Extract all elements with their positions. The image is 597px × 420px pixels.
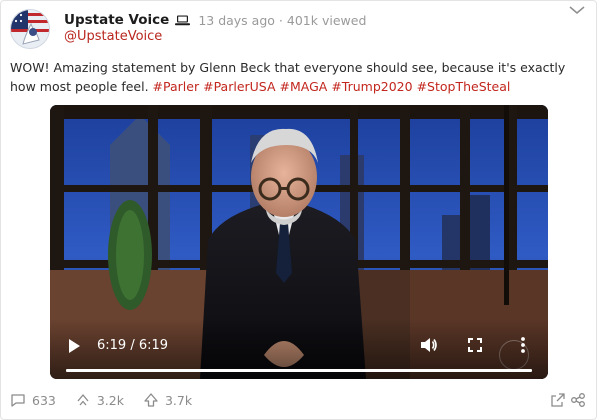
hashtag[interactable]: #Parler	[153, 79, 200, 94]
upvote-button[interactable]: 3.7k	[143, 392, 192, 408]
echo-icon	[77, 394, 89, 406]
upvote-icon	[144, 393, 158, 407]
laptop-icon	[175, 15, 191, 26]
fullscreen-icon[interactable]	[468, 338, 482, 352]
hashtag[interactable]: #Trump2020	[331, 79, 412, 94]
post-timestamp: 13 days ago	[198, 12, 275, 28]
hashtag[interactable]: #MAGA	[280, 79, 328, 94]
author-name[interactable]: Upstate Voice	[64, 12, 169, 28]
play-icon[interactable]	[67, 338, 81, 354]
comment-count: 633	[32, 392, 56, 408]
comment-icon	[11, 393, 25, 407]
volume-icon[interactable]	[420, 336, 438, 354]
video-progress-bar[interactable]	[66, 369, 532, 372]
comment-button[interactable]: 633	[10, 393, 56, 408]
video-controls: 6:19 / 6:19	[50, 319, 548, 379]
hashtag[interactable]: #StopTheSteal	[417, 79, 511, 94]
avatar[interactable]	[10, 9, 50, 49]
chevron-down-icon[interactable]	[568, 4, 586, 16]
upvote-count: 3.7k	[164, 392, 193, 408]
echo-button[interactable]: 3.2k	[75, 392, 124, 408]
author-handle[interactable]: @UpstateVoice	[64, 29, 162, 44]
video-progress-fill	[66, 369, 532, 372]
share-icon	[551, 393, 565, 407]
post-actions: 633 3.2k 3.7k	[10, 392, 211, 408]
hashtag[interactable]: #ParlerUSA	[203, 79, 275, 94]
view-count: 401k viewed	[286, 12, 367, 28]
video-time: 6:19 / 6:19	[97, 338, 169, 353]
post-text: WOW! Amazing statement by Glenn Beck tha…	[10, 58, 585, 96]
share-button[interactable]	[550, 392, 586, 410]
video-player[interactable]: 6:19 / 6:19	[50, 105, 548, 379]
meta-separator: ·	[278, 12, 283, 28]
post-card: Upstate Voice 13 days ago · 401k viewed …	[0, 0, 597, 420]
link-share-icon	[571, 393, 585, 407]
post-header: Upstate Voice 13 days ago · 401k viewed	[64, 10, 366, 30]
more-vertical-icon[interactable]	[520, 336, 526, 354]
echo-count: 3.2k	[96, 392, 124, 408]
